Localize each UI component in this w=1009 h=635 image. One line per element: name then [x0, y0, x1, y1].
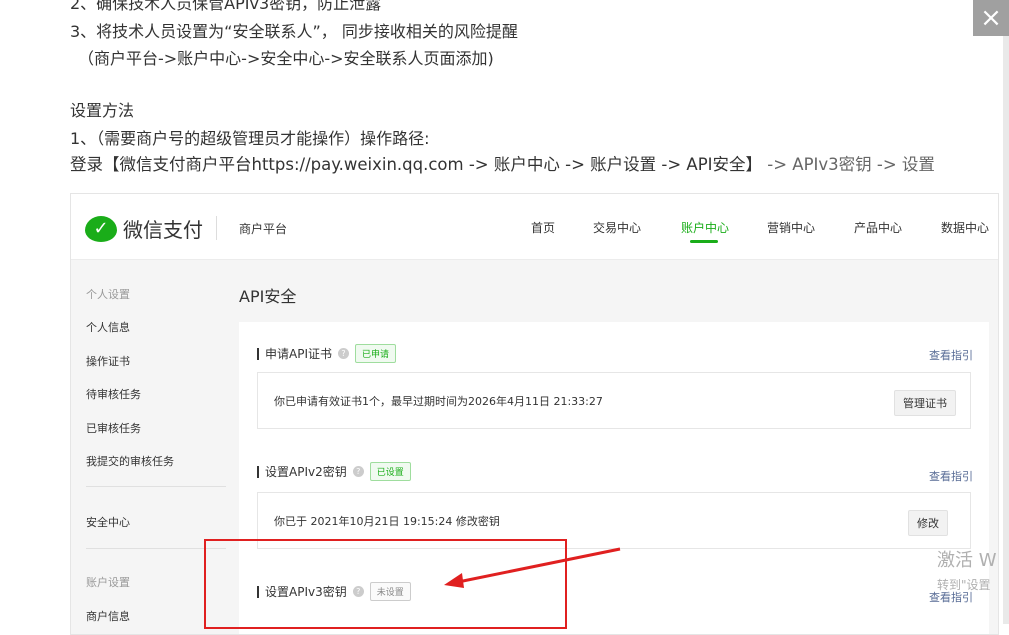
sidebar-item-security[interactable]: 安全中心 — [86, 514, 130, 530]
login-path-main: 登录【微信支付商户平台https://pay.weixin.qq.com -> … — [70, 155, 763, 174]
top-nav: ✓ 微信支付 商户平台 首页 交易中心 账户中心 营销中心 产品中心 数据中心 — [71, 194, 998, 260]
manage-cert-button[interactable]: 管理证书 — [894, 390, 956, 416]
sidebar-heading-personal: 个人设置 — [86, 288, 130, 301]
apiv2-info-text: 你已于 2021年10月21日 19:15:24 修改密钥 — [274, 515, 500, 528]
modify-button[interactable]: 修改 — [908, 510, 948, 536]
nav-home[interactable]: 首页 — [531, 219, 555, 236]
nav-account[interactable]: 账户中心 — [681, 219, 729, 236]
wechat-pay-logo: ✓ 微信支付 — [85, 214, 203, 243]
nav-trade[interactable]: 交易中心 — [593, 219, 641, 236]
watermark-settings: 转到"设置 — [937, 578, 991, 592]
check-icon: ✓ — [85, 215, 117, 242]
logo-divider — [216, 216, 217, 240]
doc-line-login-path: 登录【微信支付商户平台https://pay.weixin.qq.com -> … — [70, 151, 935, 175]
help-icon[interactable]: ? — [338, 348, 349, 359]
right-edge-strip — [1003, 36, 1009, 624]
sidebar-item-personal-info[interactable]: 个人信息 — [86, 319, 130, 335]
sidebar-item-reviewed-tasks[interactable]: 已审核任务 — [86, 420, 141, 436]
doc-line-contact: 3、将技术人员设置为“安全联系人”， 同步接收相关的风险提醒 — [70, 22, 518, 41]
nav-data[interactable]: 数据中心 — [941, 219, 989, 236]
section-marker — [257, 465, 259, 478]
sidebar-item-pending-tasks[interactable]: 待审核任务 — [86, 386, 141, 402]
section-title: 设置APIv2密钥 — [265, 465, 347, 479]
doc-line-step1: 1、（需要商户号的超级管理员才能操作）操作路径: — [70, 129, 430, 148]
doc-line-path-hint: （商户平台->账户中心->安全中心->安全联系人页面添加) — [78, 49, 494, 68]
sidebar-heading-account: 账户设置 — [86, 576, 130, 589]
sidebar-item-merchant-info[interactable]: 商户信息 — [86, 608, 130, 624]
nav-active-underline — [690, 240, 718, 243]
section-marker — [257, 347, 259, 360]
sidebar-divider — [86, 486, 226, 487]
section-api-cert-header: 申请API证书 ? 已申请 — [257, 344, 397, 363]
sidebar-item-submitted-tasks[interactable]: 我提交的审核任务 — [86, 453, 174, 469]
nav-product[interactable]: 产品中心 — [854, 219, 902, 236]
cert-info-box: 你已申请有效证书1个，最早过期时间为2026年4月11日 21:33:27 管理… — [257, 372, 971, 429]
doc-line-method-heading: 设置方法 — [70, 101, 135, 120]
page-title: API安全 — [239, 287, 297, 306]
watermark-activate: 激活 W — [937, 550, 997, 571]
platform-label: 商户平台 — [239, 222, 288, 236]
section-apiv2-header: 设置APIv2密钥 ? 已设置 — [257, 462, 411, 481]
help-icon[interactable]: ? — [352, 466, 364, 477]
cert-info-text: 你已申请有效证书1个，最早过期时间为2026年4月11日 21:33:27 — [274, 395, 603, 408]
view-guide-link[interactable]: 查看指引 — [929, 347, 973, 363]
login-path-tail: -> APIv3密钥 -> 设置 — [767, 155, 935, 174]
nav-marketing[interactable]: 营销中心 — [767, 219, 815, 236]
section-title: 申请API证书 — [265, 347, 332, 361]
pointer-arrow-icon — [444, 547, 621, 588]
status-badge: 已设置 — [369, 462, 411, 481]
sidebar-item-cert[interactable]: 操作证书 — [86, 353, 130, 369]
logo-text: 微信支付 — [123, 218, 203, 242]
status-badge: 已申请 — [355, 344, 397, 363]
close-button[interactable]: × — [973, 0, 1009, 36]
view-guide-link[interactable]: 查看指引 — [929, 468, 973, 484]
doc-line-cut: 2、确保技术人员保管APIv3密钥，防止泄露 — [70, 0, 382, 13]
